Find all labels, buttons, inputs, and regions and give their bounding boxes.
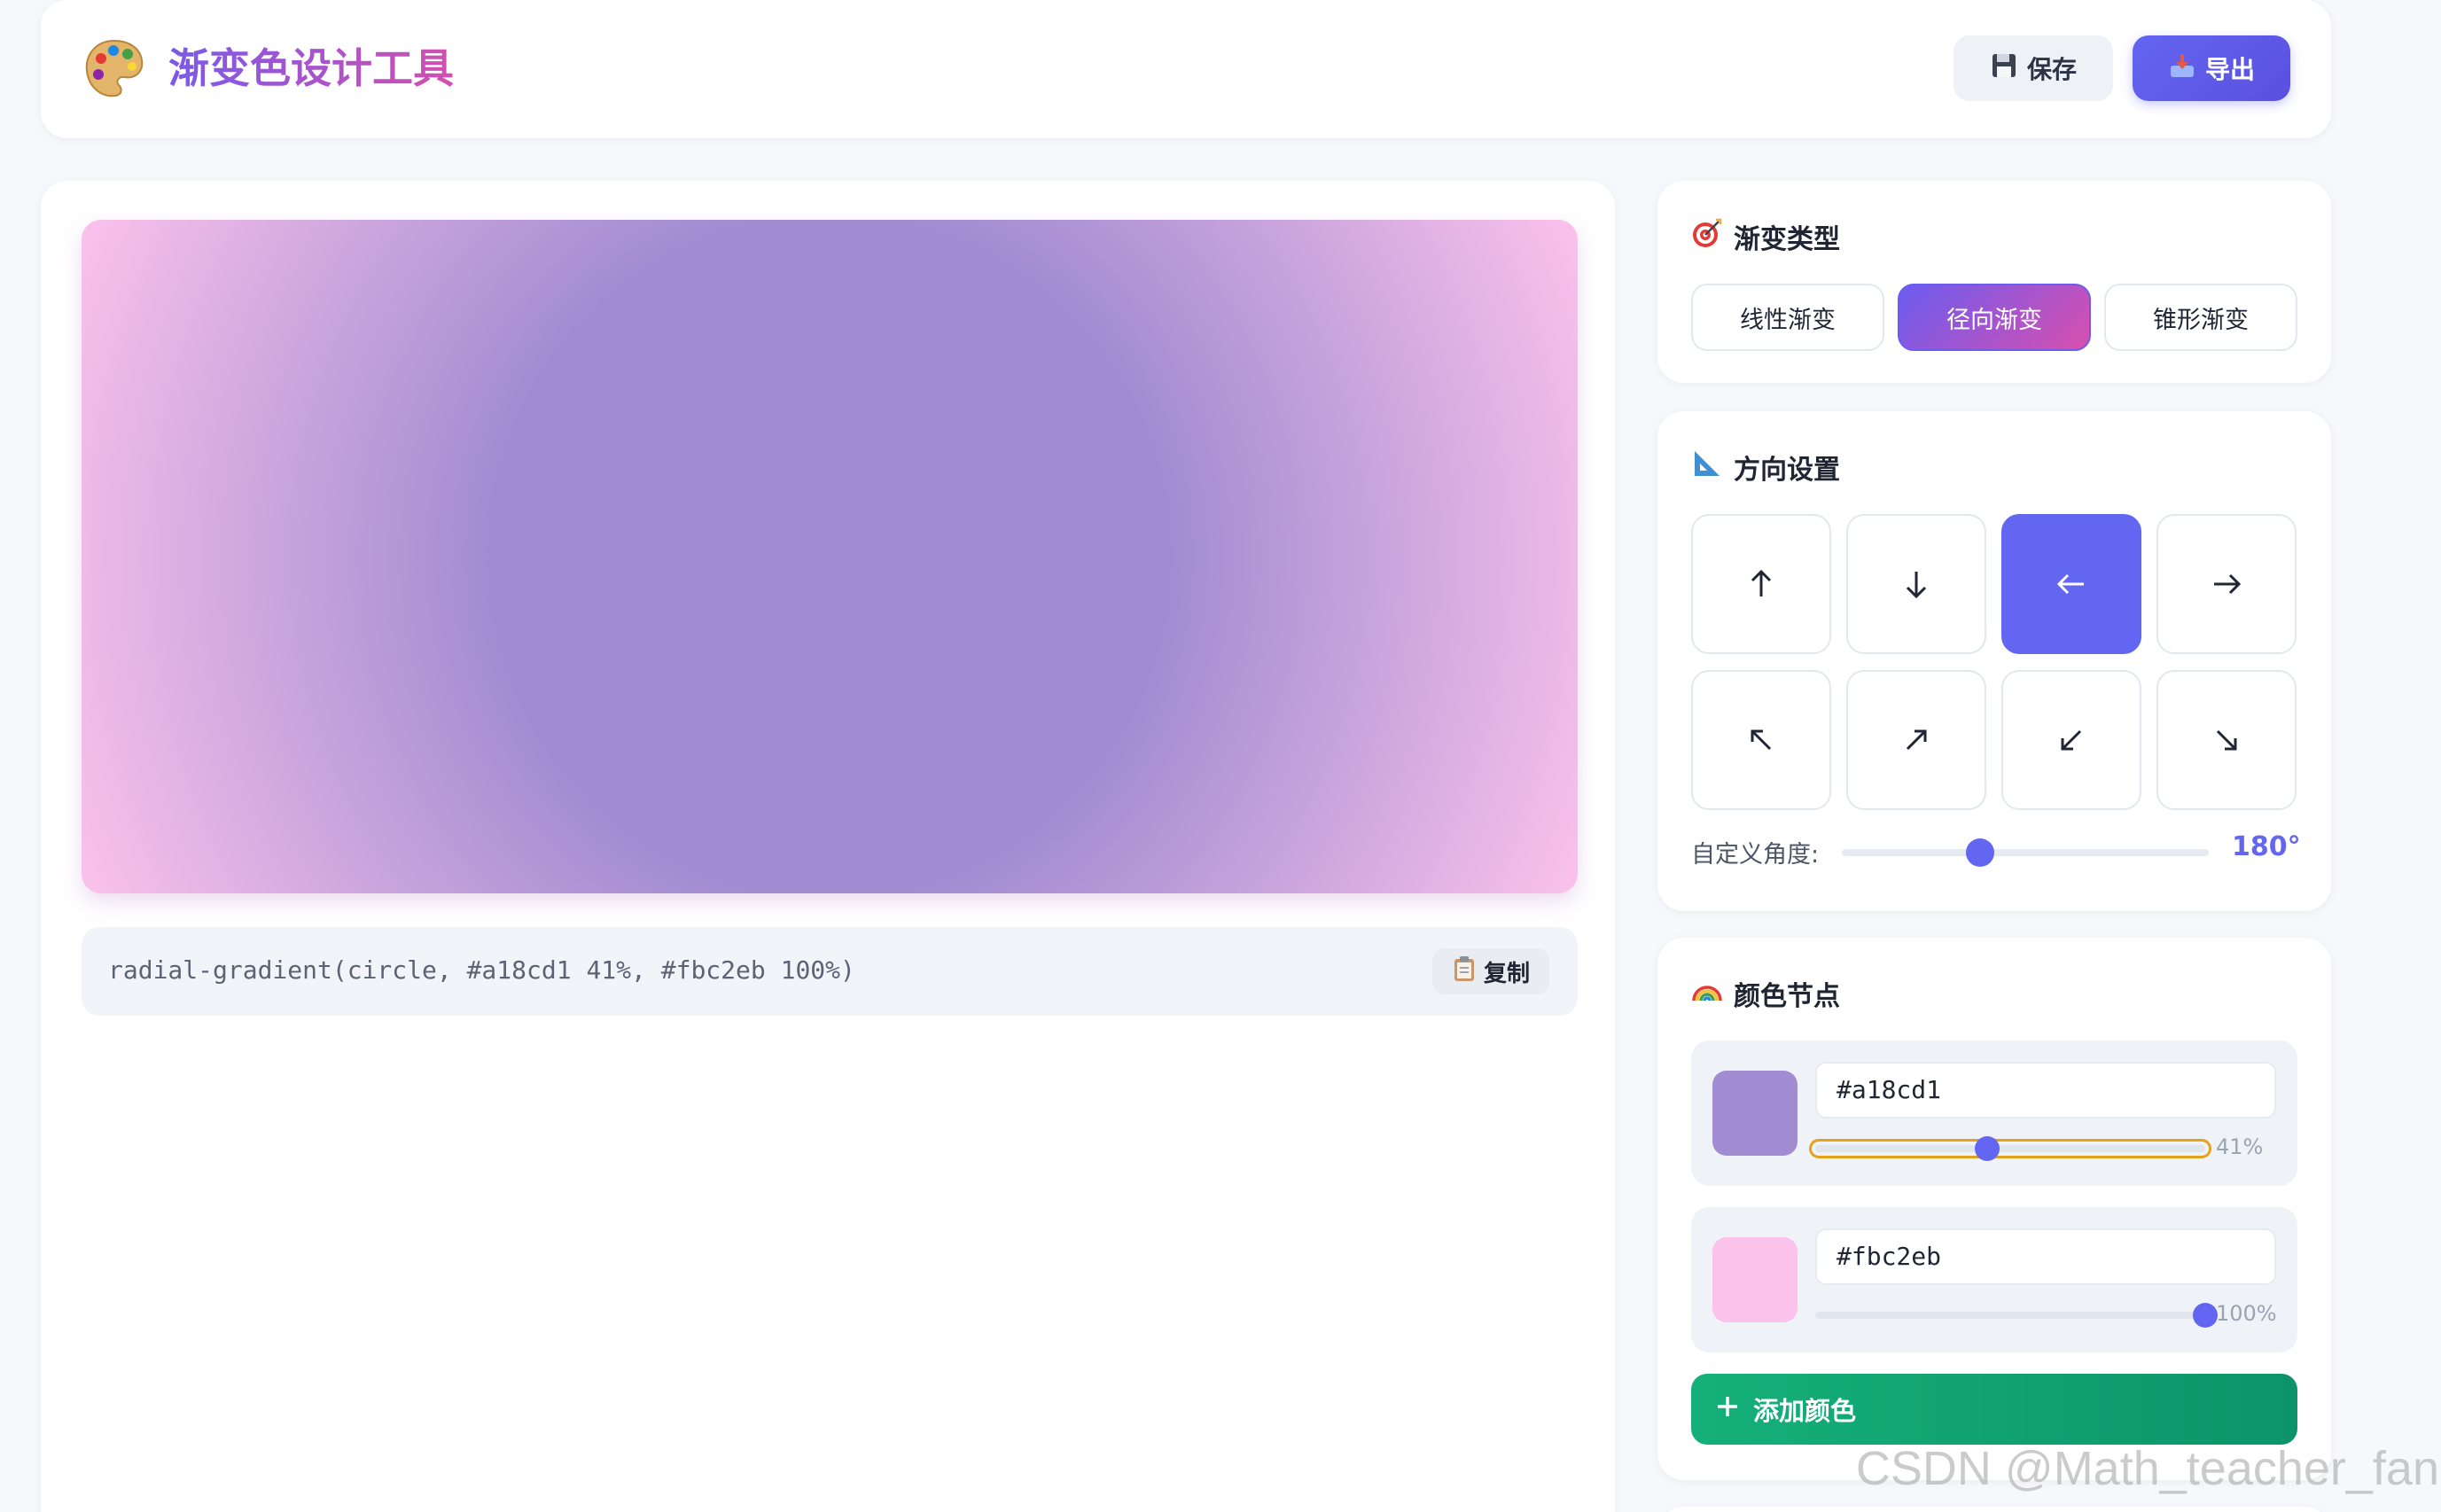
color-stop-1: #a18cd1 41% (1691, 1040, 2297, 1186)
color-hex-input-2[interactable]: #fbc2eb (1815, 1228, 2276, 1285)
triangle-ruler-icon (1691, 448, 1723, 487)
color-stops-panel: 颜色节点 #a18cd1 41% #fbc2eb 100% 添加颜色 (1657, 938, 2331, 1480)
angle-value: 180° (2232, 831, 2301, 862)
direction-right-button[interactable] (2156, 514, 2297, 654)
color-hex-input-1[interactable]: #a18cd1 (1815, 1062, 2276, 1118)
app-header: 渐变色设计工具 保存 导出 (41, 0, 2331, 138)
direction-up-button[interactable] (1691, 514, 1831, 654)
angle-label: 自定义角度: (1691, 841, 1820, 869)
css-code-box: radial-gradient(circle, #a18cd1 41%, #fb… (82, 927, 1578, 1016)
direction-down-left-button[interactable] (2001, 670, 2141, 810)
linear-gradient-button[interactable]: 线性渐变 (1691, 284, 1884, 351)
stop-position-slider-1[interactable] (1809, 1139, 2211, 1158)
arrow-down-left-icon (2061, 729, 2082, 751)
css-code-text: radial-gradient(circle, #a18cd1 41%, #fb… (108, 955, 855, 985)
add-color-button[interactable]: 添加颜色 (1691, 1374, 2297, 1445)
radial-gradient-button[interactable]: 径向渐变 (1898, 284, 2091, 351)
stop-position-slider-2[interactable] (1815, 1312, 2205, 1319)
direction-down-right-button[interactable] (2156, 670, 2297, 810)
conic-gradient-button[interactable]: 锥形渐变 (2104, 284, 2297, 351)
stop-percent-2: 100% (2216, 1301, 2277, 1326)
next-panel (1657, 1507, 2331, 1512)
arrow-down-right-icon (2216, 729, 2237, 751)
direction-title: 方向设置 (1691, 445, 1840, 489)
stop-position-thumb-2[interactable] (2193, 1303, 2218, 1328)
color-stop-2: #fbc2eb 100% (1691, 1207, 2297, 1352)
color-swatch-2[interactable] (1712, 1237, 1798, 1322)
rainbow-icon (1691, 974, 1723, 1013)
arrow-up-right-icon (1906, 729, 1927, 751)
arrow-up-icon (1751, 569, 1772, 596)
direction-left-button[interactable] (2001, 514, 2141, 654)
target-icon (1691, 217, 1723, 256)
direction-up-left-button[interactable] (1691, 670, 1831, 810)
color-stops-title: 颜色节点 (1691, 971, 1840, 1016)
angle-slider-thumb[interactable] (1966, 838, 1994, 867)
palette-icon (82, 35, 147, 101)
color-swatch-1[interactable] (1712, 1071, 1798, 1156)
export-button[interactable]: 导出 (2133, 35, 2290, 101)
copy-label: 复制 (1483, 960, 1530, 987)
copy-button[interactable]: 复制 (1431, 948, 1549, 994)
preview-panel: radial-gradient(circle, #a18cd1 41%, #fb… (41, 181, 1615, 1512)
stop-percent-1: 41% (2216, 1134, 2264, 1159)
direction-up-right-button[interactable] (1846, 670, 1986, 810)
gradient-type-title-text: 渐变类型 (1734, 224, 1840, 255)
tray-download-icon (2168, 51, 2196, 86)
direction-title-text: 方向设置 (1734, 455, 1840, 486)
add-color-label: 添加颜色 (1753, 1396, 1857, 1426)
save-button[interactable]: 保存 (1954, 35, 2113, 101)
floppy-disk-icon (1990, 51, 2018, 86)
direction-panel: 方向设置 自定义角度: 180° (1657, 411, 2331, 911)
arrow-down-icon (1906, 572, 1927, 599)
gradient-preview (82, 220, 1578, 893)
arrow-right-icon (2214, 573, 2242, 595)
angle-slider-track[interactable] (1842, 849, 2209, 856)
plus-icon (1714, 1393, 1741, 1426)
direction-down-button[interactable] (1846, 514, 1986, 654)
clipboard-icon (1452, 955, 1477, 988)
export-label: 导出 (2204, 56, 2255, 83)
color-stops-title-text: 颜色节点 (1734, 981, 1840, 1012)
arrow-left-icon (2056, 573, 2084, 595)
gradient-type-title: 渐变类型 (1691, 214, 1840, 259)
save-label: 保存 (2026, 56, 2077, 83)
app-title: 渐变色设计工具 (168, 37, 454, 99)
arrow-up-left-icon (1751, 729, 1772, 751)
gradient-type-panel: 渐变类型 线性渐变 径向渐变 锥形渐变 (1657, 181, 2331, 383)
stop-position-thumb-1[interactable] (1975, 1136, 2000, 1161)
watermark: CSDN @Math_teacher_fan (1855, 1442, 2439, 1495)
